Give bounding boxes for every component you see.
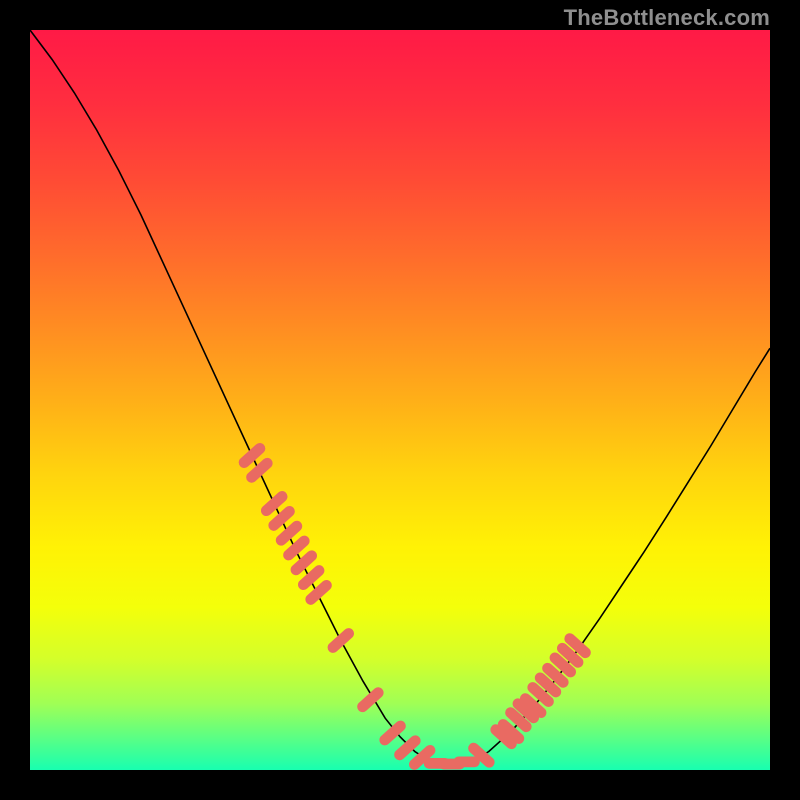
bottleneck-chart [30,30,770,770]
gradient-background [30,30,770,770]
chart-frame: TheBottleneck.com [0,0,800,800]
watermark-text: TheBottleneck.com [564,5,770,31]
